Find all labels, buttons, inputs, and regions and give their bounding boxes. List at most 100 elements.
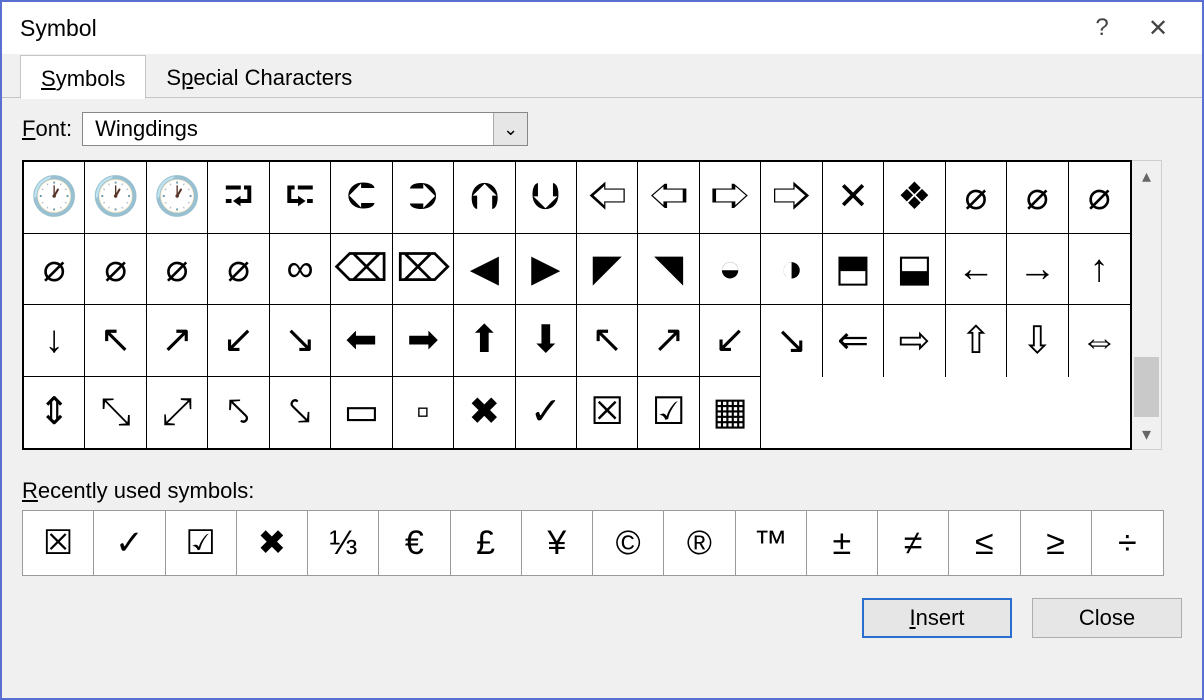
symbol-cell[interactable]: ◑ xyxy=(761,234,822,306)
symbol-cell[interactable]: 🢥 xyxy=(761,162,822,234)
symbol-cell[interactable]: ⇧ xyxy=(946,305,1007,377)
symbol-cell[interactable]: ➡ xyxy=(393,305,454,377)
symbol-cell[interactable]: ⬒ xyxy=(823,234,884,306)
symbol-cell[interactable]: ↖ xyxy=(85,305,146,377)
symbol-cell[interactable]: ⬆ xyxy=(454,305,515,377)
symbol-cell[interactable]: ⤢ xyxy=(147,377,208,449)
symbol-cell[interactable]: 🢦 xyxy=(638,162,699,234)
recent-symbol-cell[interactable]: ± xyxy=(807,511,878,575)
help-icon: ? xyxy=(1095,14,1108,42)
symbol-cell[interactable]: ⤡ xyxy=(85,377,146,449)
symbol-cell[interactable]: ⬅ xyxy=(331,305,392,377)
symbol-cell[interactable]: ⇕ xyxy=(24,377,85,449)
scroll-up-button[interactable]: ▴ xyxy=(1132,161,1161,191)
symbol-cell[interactable]: ⌀ xyxy=(1007,162,1068,234)
symbol-cell[interactable]: ✓ xyxy=(516,377,577,449)
symbol-cell[interactable]: ▫ xyxy=(393,377,454,449)
symbol-cell[interactable]: ⮓ xyxy=(270,162,331,234)
symbol-cell[interactable]: ⮊ xyxy=(393,162,454,234)
tab-panel-symbols: Font: Wingdings ⌄ 🕐🕐🕐⮒⮓⮈⮊⮉⮋🢤🢦🢧🢥✕❖⌀⌀⌀⌀⌀⌀⌀… xyxy=(2,98,1202,654)
recent-symbol-cell[interactable]: ✓ xyxy=(94,511,165,575)
symbol-cell[interactable]: ⌀ xyxy=(946,162,1007,234)
symbol-cell[interactable]: ⬓ xyxy=(884,234,945,306)
recent-symbol-cell[interactable]: £ xyxy=(451,511,522,575)
symbol-cell[interactable]: ↘ xyxy=(761,305,822,377)
symbol-cell[interactable]: ◒ xyxy=(700,234,761,306)
symbol-cell[interactable]: ⌦ xyxy=(393,234,454,306)
symbol-cell[interactable]: → xyxy=(1007,234,1068,306)
font-dropdown-button[interactable]: ⌄ xyxy=(493,113,527,145)
tab-special-characters[interactable]: Special Characters xyxy=(146,55,372,99)
symbol-cell[interactable]: ↙ xyxy=(208,305,269,377)
symbol-grid-scrollbar[interactable]: ▴ ▾ xyxy=(1132,160,1162,450)
symbol-cell[interactable]: ⇐ xyxy=(823,305,884,377)
symbol-cell[interactable]: ⇩ xyxy=(1007,305,1068,377)
font-dropdown[interactable]: Wingdings ⌄ xyxy=(82,112,528,146)
insert-button[interactable]: Insert xyxy=(862,598,1012,638)
symbol-cell[interactable]: ↘ xyxy=(270,305,331,377)
symbol-cell[interactable]: 🕐 xyxy=(85,162,146,234)
symbol-cell[interactable]: ⬇ xyxy=(516,305,577,377)
symbol-cell[interactable]: ← xyxy=(946,234,1007,306)
symbol-cell[interactable]: ▭ xyxy=(331,377,392,449)
recent-symbol-cell[interactable]: ® xyxy=(664,511,735,575)
symbol-cell[interactable]: 🢤 xyxy=(577,162,638,234)
font-row: Font: Wingdings ⌄ xyxy=(22,112,1182,146)
symbol-cell[interactable]: ◤ xyxy=(577,234,638,306)
symbol-cell[interactable]: ⇨ xyxy=(884,305,945,377)
symbol-cell[interactable]: ⤥ xyxy=(270,377,331,449)
symbol-cell[interactable]: ⮋ xyxy=(516,162,577,234)
symbol-cell[interactable]: 🢧 xyxy=(700,162,761,234)
symbol-cell[interactable]: ▶ xyxy=(516,234,577,306)
symbol-cell[interactable]: ↙ xyxy=(700,305,761,377)
close-button[interactable]: Close xyxy=(1032,598,1182,638)
symbol-cell[interactable]: ↗ xyxy=(638,305,699,377)
symbol-cell[interactable]: ↑ xyxy=(1069,234,1130,306)
recent-symbol-cell[interactable]: ☒ xyxy=(23,511,94,575)
recent-symbol-cell[interactable]: ™ xyxy=(736,511,807,575)
recent-symbol-cell[interactable]: ≠ xyxy=(878,511,949,575)
recent-symbol-cell[interactable]: ¥ xyxy=(522,511,593,575)
recent-symbol-cell[interactable]: ☑ xyxy=(166,511,237,575)
symbol-cell[interactable]: ❖ xyxy=(884,162,945,234)
recent-symbol-cell[interactable]: ⅓ xyxy=(308,511,379,575)
symbol-cell[interactable]: ⌀ xyxy=(147,234,208,306)
symbol-cell[interactable]: ✕ xyxy=(823,162,884,234)
symbol-cell[interactable]: ↗ xyxy=(147,305,208,377)
chevron-down-icon: ▾ xyxy=(1142,424,1151,445)
recent-symbol-cell[interactable]: ≥ xyxy=(1021,511,1092,575)
scroll-track[interactable] xyxy=(1132,191,1161,419)
symbol-cell[interactable]: ⤣ xyxy=(208,377,269,449)
symbol-cell[interactable]: ☒ xyxy=(577,377,638,449)
recent-symbol-cell[interactable]: © xyxy=(593,511,664,575)
scroll-thumb[interactable] xyxy=(1134,357,1159,417)
symbol-cell[interactable]: ◀ xyxy=(454,234,515,306)
symbol-cell[interactable]: ⇔ xyxy=(1069,305,1130,377)
symbol-cell[interactable]: ⌀ xyxy=(1069,162,1130,234)
recent-symbol-cell[interactable]: ≤ xyxy=(949,511,1020,575)
symbol-cell[interactable]: ✖ xyxy=(454,377,515,449)
symbol-cell[interactable]: ⮒ xyxy=(208,162,269,234)
symbol-cell[interactable]: ⌀ xyxy=(24,234,85,306)
recent-symbol-cell[interactable]: ÷ xyxy=(1092,511,1163,575)
tab-symbols[interactable]: Symbols xyxy=(20,55,146,99)
symbol-cell[interactable]: ⌀ xyxy=(85,234,146,306)
symbol-cell[interactable]: ⌀ xyxy=(208,234,269,306)
symbol-cell[interactable]: ∞ xyxy=(270,234,331,306)
symbol-cell[interactable]: ☑ xyxy=(638,377,699,449)
close-window-button[interactable]: ✕ xyxy=(1130,2,1186,54)
close-icon: ✕ xyxy=(1148,14,1168,43)
symbol-cell[interactable]: ◥ xyxy=(638,234,699,306)
symbol-cell[interactable]: 🕐 xyxy=(24,162,85,234)
symbol-cell[interactable]: 🕐 xyxy=(147,162,208,234)
symbol-cell[interactable]: ↓ xyxy=(24,305,85,377)
symbol-cell[interactable]: ⌫ xyxy=(331,234,392,306)
symbol-cell[interactable]: ↖ xyxy=(577,305,638,377)
recent-symbol-cell[interactable]: ✖ xyxy=(237,511,308,575)
symbol-cell[interactable]: ⮈ xyxy=(331,162,392,234)
help-button[interactable]: ? xyxy=(1074,2,1130,54)
recent-symbol-cell[interactable]: € xyxy=(379,511,450,575)
symbol-cell[interactable]: ▦ xyxy=(700,377,761,449)
symbol-cell[interactable]: ⮉ xyxy=(454,162,515,234)
scroll-down-button[interactable]: ▾ xyxy=(1132,419,1161,449)
